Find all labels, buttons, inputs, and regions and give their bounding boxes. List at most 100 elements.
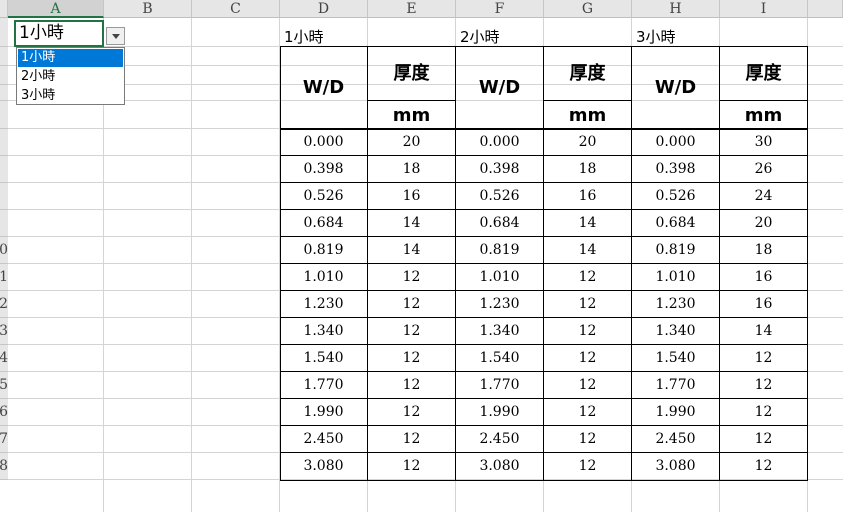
wd-value-cell[interactable]: 1.990 [632,399,720,426]
column-header-i[interactable]: I [720,0,808,18]
row-header[interactable] [0,18,8,47]
wd-value-cell[interactable]: 2.450 [456,426,544,453]
thickness-value-cell[interactable]: 16 [368,183,456,210]
thickness-value-cell[interactable]: 24 [720,183,808,210]
column-header-partial[interactable] [808,0,843,18]
wd-value-cell[interactable]: 0.819 [632,237,720,264]
wd-value-cell[interactable]: 1.230 [456,291,544,318]
wd-value-cell[interactable]: 0.526 [280,183,368,210]
wd-value-cell[interactable]: 1.010 [456,264,544,291]
thickness-value-cell[interactable]: 26 [720,156,808,183]
thickness-value-cell[interactable]: 12 [368,426,456,453]
thickness-value-cell[interactable]: 14 [544,210,632,237]
wd-value-cell[interactable]: 1.340 [456,318,544,345]
wd-value-cell[interactable]: 0.000 [456,129,544,156]
wd-value-cell[interactable]: 3.080 [280,453,368,480]
row-header[interactable]: 8 [0,453,8,480]
wd-value-cell[interactable]: 2.450 [280,426,368,453]
thickness-value-cell[interactable]: 12 [720,399,808,426]
thickness-value-cell[interactable]: 12 [544,426,632,453]
wd-value-cell[interactable]: 1.540 [280,345,368,372]
thickness-value-cell[interactable]: 16 [544,183,632,210]
wd-value-cell[interactable]: 2.450 [632,426,720,453]
row-header[interactable]: 2 [0,291,8,318]
dropdown-option[interactable]: 1小時 [18,49,123,67]
thickness-value-cell[interactable]: 14 [368,210,456,237]
wd-value-cell[interactable]: 0.398 [456,156,544,183]
wd-value-cell[interactable]: 1.230 [280,291,368,318]
thickness-value-cell[interactable]: 18 [720,237,808,264]
wd-value-cell[interactable]: 1.540 [632,345,720,372]
row-header[interactable] [0,85,8,101]
thickness-value-cell[interactable]: 20 [544,129,632,156]
thickness-value-cell[interactable]: 12 [368,264,456,291]
thickness-value-cell[interactable]: 16 [720,264,808,291]
wd-value-cell[interactable]: 1.340 [280,318,368,345]
thickness-value-cell[interactable]: 12 [720,453,808,480]
row-header[interactable]: 1 [0,264,8,291]
wd-value-cell[interactable]: 0.526 [632,183,720,210]
thickness-value-cell[interactable]: 12 [720,426,808,453]
row-header[interactable]: 5 [0,372,8,399]
wd-value-cell[interactable]: 3.080 [456,453,544,480]
row-header[interactable]: 3 [0,318,8,345]
thickness-value-cell[interactable]: 20 [720,210,808,237]
thickness-value-cell[interactable]: 12 [544,264,632,291]
dropdown-option[interactable]: 2小時 [18,68,123,86]
row-header[interactable]: 7 [0,426,8,453]
wd-value-cell[interactable]: 1.990 [456,399,544,426]
column-header-d[interactable]: D [280,0,368,18]
dropdown-option[interactable]: 3小時 [18,87,123,105]
wd-value-cell[interactable]: 1.230 [632,291,720,318]
thickness-value-cell[interactable]: 14 [720,318,808,345]
wd-value-cell[interactable]: 1.990 [280,399,368,426]
column-header-g[interactable]: G [544,0,632,18]
thickness-value-cell[interactable]: 12 [544,453,632,480]
wd-value-cell[interactable]: 0.684 [456,210,544,237]
row-header[interactable] [0,47,8,66]
row-header[interactable] [0,101,8,129]
thickness-value-cell[interactable]: 20 [368,129,456,156]
thickness-value-cell[interactable]: 12 [544,372,632,399]
column-header-f[interactable]: F [456,0,544,18]
thickness-value-cell[interactable]: 12 [544,318,632,345]
column-header-b[interactable]: B [104,0,192,18]
thickness-value-cell[interactable]: 14 [544,237,632,264]
thickness-value-cell[interactable]: 12 [544,345,632,372]
thickness-value-cell[interactable]: 12 [544,399,632,426]
wd-value-cell[interactable]: 1.770 [280,372,368,399]
wd-value-cell[interactable]: 0.000 [280,129,368,156]
wd-value-cell[interactable]: 1.770 [456,372,544,399]
wd-value-cell[interactable]: 0.398 [632,156,720,183]
thickness-value-cell[interactable]: 12 [544,291,632,318]
select-all-corner[interactable] [0,0,8,18]
wd-value-cell[interactable]: 1.010 [632,264,720,291]
wd-value-cell[interactable]: 3.080 [632,453,720,480]
thickness-value-cell[interactable]: 12 [720,345,808,372]
row-header[interactable] [0,156,8,183]
wd-value-cell[interactable]: 0.684 [632,210,720,237]
thickness-value-cell[interactable]: 12 [368,453,456,480]
row-header[interactable]: 6 [0,399,8,426]
thickness-value-cell[interactable]: 12 [368,318,456,345]
dropdown-button[interactable] [106,27,125,45]
column-header-a[interactable]: A [8,0,104,18]
wd-value-cell[interactable]: 0.819 [456,237,544,264]
column-header-c[interactable]: C [192,0,280,18]
wd-value-cell[interactable]: 0.526 [456,183,544,210]
thickness-value-cell[interactable]: 12 [368,372,456,399]
row-header[interactable] [0,210,8,237]
row-header[interactable]: 4 [0,345,8,372]
wd-value-cell[interactable]: 1.340 [632,318,720,345]
wd-value-cell[interactable]: 1.770 [632,372,720,399]
row-header[interactable] [0,183,8,210]
thickness-value-cell[interactable]: 18 [368,156,456,183]
dropdown-cell-a2[interactable]: 1小時 [14,20,104,47]
dropdown-list[interactable]: 1小時 2小時 3小時 [16,47,125,105]
thickness-value-cell[interactable]: 12 [368,345,456,372]
wd-value-cell[interactable]: 0.000 [632,129,720,156]
thickness-value-cell[interactable]: 12 [368,291,456,318]
thickness-value-cell[interactable]: 14 [368,237,456,264]
row-header[interactable] [0,66,8,85]
row-header[interactable]: 0 [0,237,8,264]
